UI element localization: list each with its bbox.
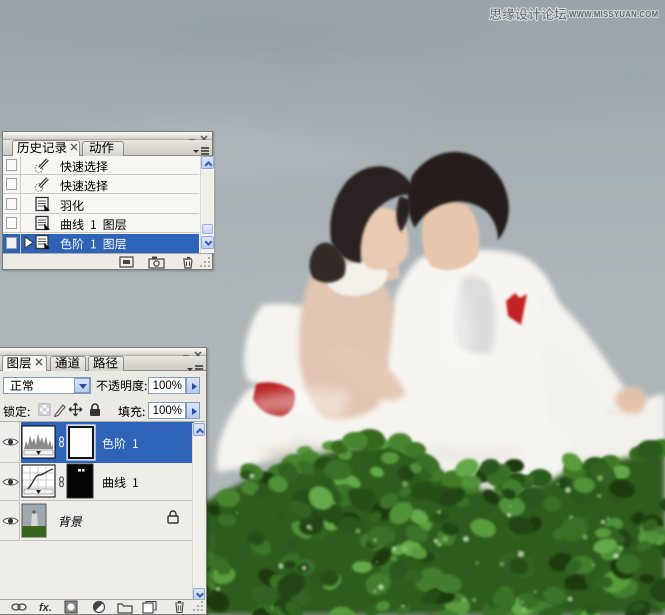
svg-text:fx.: fx. <box>39 602 52 614</box>
svg-text:WWW.MISSYUAN.COM: WWW.MISSYUAN.COM <box>569 10 658 19</box>
